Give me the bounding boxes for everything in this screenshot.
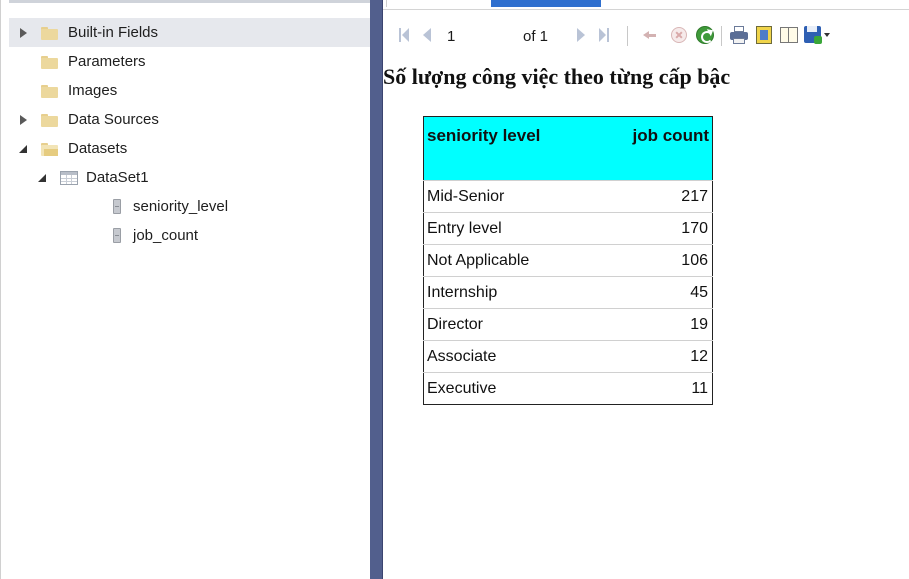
tab-preview[interactable] [491, 0, 601, 7]
expand-arrow-icon[interactable] [17, 113, 31, 127]
folder-icon [41, 84, 58, 98]
table-row: Executive 11 [423, 372, 713, 405]
refresh-icon[interactable] [696, 26, 714, 44]
column-header-job-count: job count [594, 116, 713, 181]
table-row: Associate 12 [423, 340, 713, 373]
export-dropdown-arrow-icon[interactable] [824, 33, 830, 37]
toolbar-separator [627, 26, 628, 46]
collapse-arrow-icon[interactable] [17, 142, 31, 156]
job-count-cell: 19 [594, 308, 713, 341]
seniority-level-cell: Entry level [423, 212, 595, 245]
tree-item-label: DataSet1 [86, 169, 149, 186]
table-row: Not Applicable 106 [423, 244, 713, 277]
field-icon [113, 228, 121, 243]
table-row: Internship 45 [423, 276, 713, 309]
previous-page-icon[interactable] [423, 28, 431, 42]
toolbar-separator [721, 26, 722, 46]
tree-item-parameters[interactable]: Parameters [9, 47, 371, 76]
seniority-level-cell: Internship [423, 276, 595, 309]
panel-top-rule [9, 0, 371, 3]
column-header-seniority-level: seniority level [423, 116, 595, 181]
report-table: seniority level job count Mid-Senior 217… [423, 116, 713, 405]
job-count-cell: 170 [594, 212, 713, 245]
page-number-input[interactable] [447, 26, 507, 46]
collapse-arrow-icon[interactable] [36, 171, 50, 185]
tab-design[interactable] [383, 0, 387, 7]
table-row: Entry level 170 [423, 212, 713, 245]
job-count-cell: 12 [594, 340, 713, 373]
job-count-cell: 106 [594, 244, 713, 277]
seniority-level-cell: Associate [423, 340, 595, 373]
tree-item-label: seniority_level [133, 198, 229, 215]
folder-icon [41, 55, 58, 69]
first-page-icon[interactable] [399, 28, 409, 42]
tree-item-label: Parameters [68, 53, 146, 70]
tree-item-job-count-field[interactable]: job_count [9, 221, 371, 250]
tree-item-seniority-level-field[interactable]: seniority_level [9, 192, 371, 221]
table-header-row: seniority level job count [423, 116, 713, 181]
seniority-level-cell: Mid-Senior [423, 180, 595, 213]
back-icon[interactable] [643, 28, 657, 42]
expand-arrow-icon[interactable] [17, 26, 31, 40]
tree-item-label: Images [68, 82, 118, 99]
tree-item-datasets[interactable]: Datasets [9, 134, 371, 163]
field-icon [113, 199, 121, 214]
tree-item-images[interactable]: Images [9, 76, 371, 105]
job-count-cell: 217 [594, 180, 713, 213]
report-data-panel: Built-in Fields Parameters Images Data S… [0, 0, 371, 579]
stop-icon[interactable] [671, 27, 687, 43]
table-row: Director 19 [423, 308, 713, 341]
folder-icon [41, 26, 58, 40]
last-page-icon[interactable] [599, 28, 609, 42]
tree-item-label: job_count [133, 227, 199, 244]
tree-item-label: Data Sources [68, 111, 159, 128]
dataset-icon [60, 170, 78, 185]
report-viewer: of 1 Số lượng công việc theo từng cấp bậ… [383, 0, 909, 579]
table-row: Mid-Senior 217 [423, 180, 713, 213]
seniority-level-cell: Executive [423, 372, 595, 405]
tree-item-built-in-fields[interactable]: Built-in Fields [9, 18, 371, 47]
tree-item-data-sources[interactable]: Data Sources [9, 105, 371, 134]
next-page-icon[interactable] [577, 28, 585, 42]
tree-item-label: Built-in Fields [68, 24, 159, 41]
export-icon[interactable] [804, 26, 822, 44]
report-title: Số lượng công việc theo từng cấp bậc [383, 64, 731, 89]
page-count-label: of 1 [523, 28, 549, 45]
job-count-cell: 45 [594, 276, 713, 309]
tab-strip [383, 0, 909, 10]
open-folder-icon [41, 142, 58, 156]
folder-icon [41, 113, 58, 127]
seniority-level-cell: Not Applicable [423, 244, 595, 277]
panel-splitter[interactable] [370, 0, 382, 579]
tree-item-label: Datasets [68, 140, 128, 157]
page-setup-icon[interactable] [780, 27, 798, 43]
print-icon[interactable] [730, 26, 748, 44]
tree-item-dataset1[interactable]: DataSet1 [9, 163, 371, 192]
seniority-level-cell: Director [423, 308, 595, 341]
job-count-cell: 11 [594, 372, 713, 405]
print-layout-icon[interactable] [756, 26, 772, 44]
